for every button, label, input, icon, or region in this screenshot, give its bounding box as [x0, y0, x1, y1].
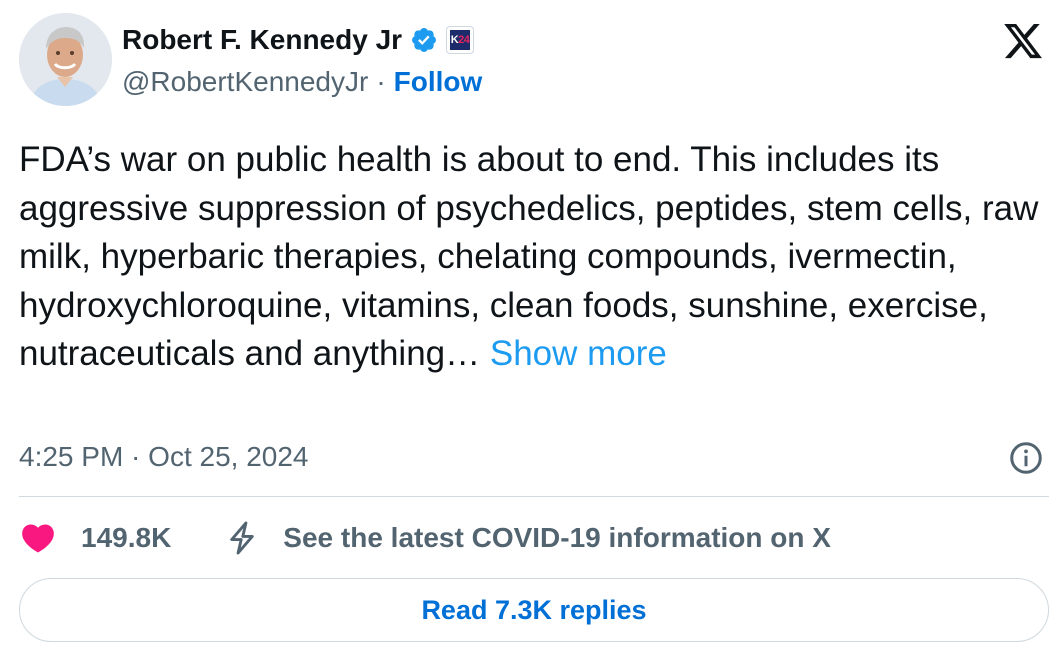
show-more-link[interactable]: Show more [490, 334, 667, 373]
engagement-bar: 149.8K See the latest COVID-19 informati… [19, 518, 831, 558]
affiliate-badge-logo: K24 [450, 30, 471, 50]
author-handle[interactable]: @RobertKennedyJr [122, 66, 368, 98]
bolt-icon [230, 521, 255, 555]
divider [19, 496, 1049, 497]
follow-link[interactable]: Follow [394, 66, 483, 98]
author-handle-row: @RobertKennedyJr · Follow [122, 64, 482, 100]
read-replies-button[interactable]: Read 7.3K replies [19, 578, 1049, 642]
info-icon[interactable] [1008, 440, 1044, 476]
tweet-timestamp[interactable]: 4:25 PM · Oct 25, 2024 [19, 438, 309, 476]
covid-info-link[interactable]: See the latest COVID-19 information on X [283, 522, 831, 554]
avatar[interactable] [19, 13, 112, 106]
heart-icon[interactable] [19, 519, 57, 557]
verified-badge-icon[interactable] [410, 26, 438, 54]
separator-dot: · [376, 66, 386, 97]
x-logo-icon[interactable] [1000, 20, 1046, 62]
author-name-row: Robert F. Kennedy Jr K24 [122, 21, 475, 59]
tweet-text: FDA’s war on public health is about to e… [19, 136, 1049, 379]
like-count[interactable]: 149.8K [81, 522, 171, 554]
author-name[interactable]: Robert F. Kennedy Jr [122, 24, 402, 56]
affiliate-badge[interactable]: K24 [446, 26, 475, 54]
